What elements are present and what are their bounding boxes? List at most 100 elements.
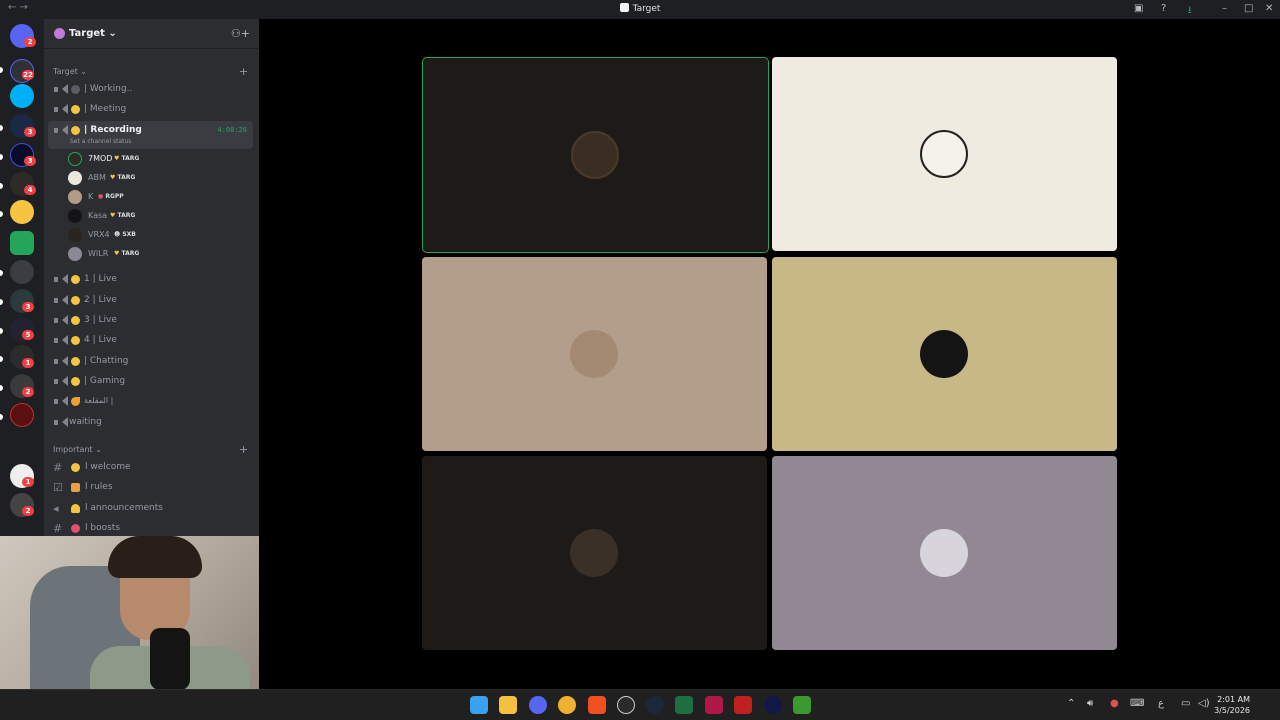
unread-badge: 3 xyxy=(22,302,34,312)
folder-icon[interactable] xyxy=(10,231,34,255)
participant-tile[interactable] xyxy=(422,456,767,650)
unread-badge: 1 xyxy=(22,358,34,368)
maximize-button[interactable]: □ xyxy=(1244,3,1253,14)
voice-channel-recording[interactable]: | Recording 4:08:26 Set a channel status xyxy=(48,121,253,149)
avatar xyxy=(68,247,82,261)
participant-tile[interactable] xyxy=(422,257,767,451)
avatar xyxy=(68,228,82,242)
speaker-icon[interactable]: ◁) xyxy=(1198,698,1210,709)
discord-icon[interactable] xyxy=(529,696,547,714)
emoji-icon xyxy=(71,126,80,135)
voice-channel-meeting[interactable]: | Meeting xyxy=(48,100,253,119)
voice-channel-chatting[interactable]: | Chatting xyxy=(48,352,253,371)
unread-pill xyxy=(0,125,3,131)
explorer-icon[interactable] xyxy=(499,696,517,714)
voice-channel-live-2[interactable]: 2 | Live xyxy=(48,291,253,310)
steam-icon[interactable] xyxy=(646,696,664,714)
avatar xyxy=(571,131,619,179)
window-titlebar: ← → Target ▣ ? ⭳ – □ ✕ xyxy=(0,0,1280,19)
voice-user[interactable]: K ● RGPP xyxy=(68,188,248,207)
clock[interactable]: 2:01 AM 3/5/2026 xyxy=(1214,694,1250,716)
server-icon[interactable] xyxy=(10,403,34,427)
speaker-icon xyxy=(53,104,68,115)
microphone-icon[interactable]: ● xyxy=(1110,698,1119,709)
voice-user[interactable]: WILR ♥ TARG xyxy=(68,245,248,264)
clan-tag: ♥ TARG xyxy=(110,174,136,181)
unread-pill xyxy=(0,414,3,420)
start-icon[interactable] xyxy=(470,696,488,714)
minecraft-icon[interactable] xyxy=(793,696,811,714)
app-icon[interactable] xyxy=(734,696,752,714)
add-channel-icon[interactable]: + xyxy=(239,65,248,78)
emoji-icon xyxy=(71,377,80,386)
voice-channel-gaming[interactable]: | Gaming xyxy=(48,372,253,391)
avatar xyxy=(920,529,968,577)
unread-pill xyxy=(0,328,3,334)
text-channel-welcome[interactable]: # ا welcome xyxy=(48,458,253,477)
channel-label: ا boosts xyxy=(85,523,121,533)
voice-channel-waiting[interactable]: waiting xyxy=(48,413,253,432)
excel-icon[interactable] xyxy=(675,696,693,714)
voice-channel-live-4[interactable]: 4 | Live xyxy=(48,331,253,350)
server-icon[interactable] xyxy=(10,84,34,108)
language-indicator[interactable]: ع xyxy=(1158,698,1164,709)
hash-icon: # xyxy=(53,522,63,535)
keyboard-icon[interactable]: ⌨ xyxy=(1130,698,1144,709)
avatar xyxy=(68,209,82,223)
voice-user[interactable]: 7MOD ♥ TARG xyxy=(68,150,248,169)
tray-chevron-icon[interactable]: ⌃ xyxy=(1067,698,1075,709)
category-important[interactable]: Important ⌄ + xyxy=(53,443,248,456)
unread-badge: 3 xyxy=(24,156,36,166)
participant-tile[interactable] xyxy=(772,257,1117,451)
clan-tag: ● RGPP xyxy=(98,193,124,200)
close-button[interactable]: ✕ xyxy=(1265,3,1273,14)
server-icon[interactable] xyxy=(10,260,34,284)
speaker-icon xyxy=(53,417,68,428)
avatar xyxy=(68,171,82,185)
voice-channel-live-3[interactable]: 3 | Live xyxy=(48,311,253,330)
voice-channel-working[interactable]: | Working.. xyxy=(48,80,253,99)
avatar xyxy=(570,330,618,378)
voice-channel-arabic[interactable]: المقلعة | xyxy=(48,392,253,411)
voice-timer: 4:08:26 xyxy=(217,126,247,134)
speaker-icon xyxy=(53,84,68,95)
app-icon[interactable] xyxy=(558,696,576,714)
screen-share-icon[interactable]: ▣ xyxy=(1134,3,1143,14)
moon-icon xyxy=(71,397,80,406)
speaker-icon xyxy=(53,396,68,407)
app-icon[interactable] xyxy=(764,696,782,714)
text-channel-announcements[interactable]: ◂ ا announcements xyxy=(48,499,253,518)
clan-tag: ♥ TARG xyxy=(110,212,136,219)
help-icon[interactable]: ? xyxy=(1161,3,1166,14)
voice-user[interactable]: Kasa ♥ TARG xyxy=(68,207,248,226)
megaphone-icon: ◂ xyxy=(53,502,59,515)
server-header[interactable]: Target ⌄ ⚇+ xyxy=(44,19,259,49)
affinity-icon[interactable] xyxy=(705,696,723,714)
invite-icon[interactable]: ⚇+ xyxy=(231,27,250,40)
obs-icon[interactable] xyxy=(617,696,635,714)
participant-tile[interactable] xyxy=(772,456,1117,650)
emoji-icon xyxy=(71,357,80,366)
download-icon[interactable]: ⭳ xyxy=(1188,3,1192,20)
volume-icon[interactable]: 🔊︎ xyxy=(1087,698,1093,709)
voice-user[interactable]: VRX4 ☻ SXB xyxy=(68,226,248,245)
minimize-button[interactable]: – xyxy=(1222,3,1227,14)
emoji-icon xyxy=(71,105,80,114)
participant-tile[interactable] xyxy=(422,57,769,253)
unread-badge: 2 xyxy=(22,506,34,516)
microphone xyxy=(150,628,190,690)
participant-tile[interactable] xyxy=(772,57,1117,251)
brave-icon[interactable] xyxy=(588,696,606,714)
channel-status[interactable]: Set a channel status xyxy=(70,138,131,145)
text-channel-rules[interactable]: ☑ ا rules xyxy=(48,478,253,497)
voice-user[interactable]: ABM ♥ TARG xyxy=(68,169,248,188)
add-channel-icon[interactable]: + xyxy=(239,443,248,456)
voice-channel-live-1[interactable]: 1 | Live xyxy=(48,270,253,289)
clan-tag: ♥ TARG xyxy=(114,250,140,257)
server-icon[interactable] xyxy=(10,200,34,224)
display-icon[interactable]: ▭ xyxy=(1181,698,1190,709)
unread-badge: 3 xyxy=(24,127,36,137)
category-target[interactable]: Target ⌄ + xyxy=(53,65,248,78)
rules-icon: ☑ xyxy=(53,481,63,494)
speaker-icon xyxy=(53,274,68,285)
